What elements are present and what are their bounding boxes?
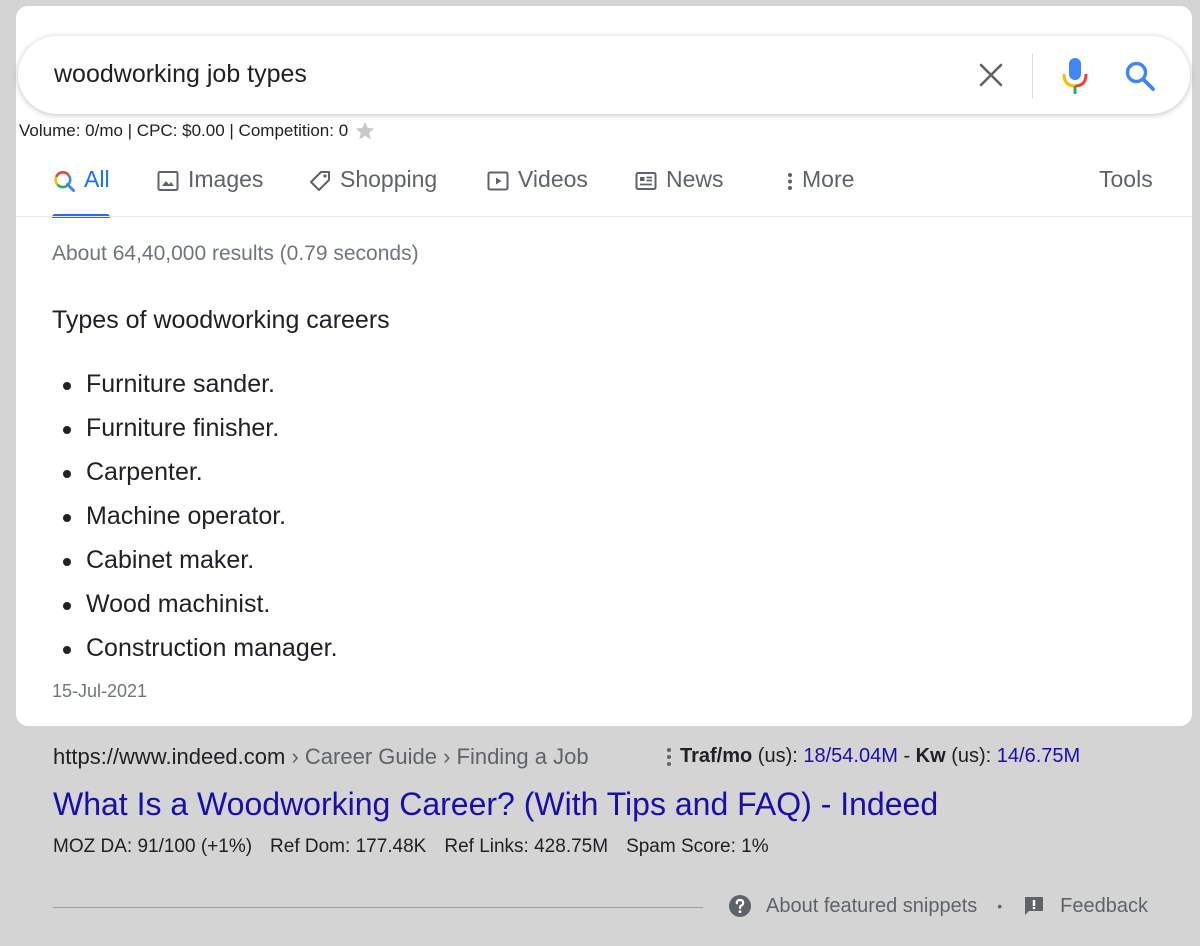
tab-label: News <box>666 166 724 192</box>
moz-spam-score: Spam Score: 1% <box>626 836 769 857</box>
voice-search-button[interactable] <box>1058 56 1092 96</box>
feedback-label: Feedback <box>1060 894 1149 917</box>
tab-shopping[interactable]: Shopping <box>308 164 437 220</box>
feedback-icon <box>1025 897 1044 915</box>
search-button[interactable] <box>1122 58 1158 94</box>
clear-search-button[interactable] <box>974 58 1008 92</box>
list-item: Machine operator. <box>52 496 338 540</box>
result-url-domain: https://www.indeed.com <box>53 744 286 769</box>
image-icon <box>156 169 180 193</box>
search-icon <box>1125 61 1155 91</box>
tab-label: More <box>802 166 855 192</box>
traffic-separator: - <box>897 745 916 767</box>
footer-divider <box>53 907 703 908</box>
tab-label: All <box>84 166 110 192</box>
kebab-icon <box>784 169 796 193</box>
list-item: Wood machinist. <box>52 584 338 628</box>
tab-label: Tools <box>1099 166 1153 192</box>
keywords-value: 14/6.75M <box>996 745 1081 767</box>
keywords-label: Kw <box>915 745 946 767</box>
search-box[interactable]: woodworking job types <box>18 36 1190 114</box>
tab-images[interactable]: Images <box>156 164 263 220</box>
tools-button[interactable]: Tools <box>1099 164 1153 220</box>
microphone-icon <box>1062 58 1088 94</box>
snippet-heading: Types of woodworking careers <box>52 306 390 334</box>
play-icon <box>486 169 510 193</box>
list-item: Carpenter. <box>52 452 338 496</box>
list-item: Construction manager. <box>52 628 338 672</box>
traffic-stats: Traf/mo (us): 18/54.04M - Kw (us): 14/6.… <box>664 745 1080 768</box>
keyword-stats-bar: Volume: 0/mo | CPC: $0.00 | Competition:… <box>19 120 376 142</box>
moz-metrics: MOZ DA: 91/100 (+1%) Ref Dom: 177.48K Re… <box>53 836 769 858</box>
tab-more[interactable]: More <box>784 164 854 220</box>
tab-label: Videos <box>518 166 588 192</box>
traffic-region: (us): <box>752 745 804 767</box>
feedback-link[interactable]: Feedback <box>1022 894 1148 918</box>
list-item: Furniture finisher. <box>52 408 338 452</box>
tab-label: Images <box>188 166 264 192</box>
tab-news[interactable]: News <box>634 164 724 220</box>
result-url[interactable]: https://www.indeed.com › Career Guide › … <box>53 744 589 770</box>
result-url-breadcrumbs: › Career Guide › Finding a Job <box>285 744 589 769</box>
search-tabs: All Images Shopping Videos News More Too… <box>52 164 1156 220</box>
search-results-card: woodworking job types Volume: 0/mo | CPC… <box>16 6 1192 726</box>
moz-ref-links: Ref Links: 428.75M <box>444 836 609 857</box>
moz-ref-dom: Ref Dom: 177.48K <box>270 836 427 857</box>
tag-icon <box>308 169 332 193</box>
result-title-link[interactable]: What Is a Woodworking Career? (With Tips… <box>53 786 938 823</box>
results-count: About 64,40,000 results (0.79 seconds) <box>52 242 419 265</box>
tab-all[interactable]: All <box>52 164 110 220</box>
about-featured-snippets-link[interactable]: About featured snippets <box>728 894 977 918</box>
keywords-region: (us): <box>945 745 997 767</box>
snippet-list: Furniture sander. Furniture finisher. Ca… <box>52 364 338 672</box>
tab-videos[interactable]: Videos <box>486 164 588 220</box>
search-box-divider <box>1032 54 1033 98</box>
newspaper-icon <box>634 169 658 193</box>
moz-da: MOZ DA: 91/100 (+1%) <box>53 836 253 857</box>
tab-label: Shopping <box>340 166 438 192</box>
snippet-date: 15-Jul-2021 <box>52 681 148 701</box>
list-item: Cabinet maker. <box>52 540 338 584</box>
list-item: Furniture sander. <box>52 364 338 408</box>
footer-separator: • <box>997 898 1003 914</box>
keyword-stats-text: Volume: 0/mo | CPC: $0.00 | Competition:… <box>19 121 349 140</box>
result-menu-icon[interactable] <box>664 747 674 766</box>
star-icon[interactable] <box>354 120 376 142</box>
traffic-value: 18/54.04M <box>803 745 898 767</box>
help-icon <box>729 895 751 917</box>
close-icon <box>979 63 1003 87</box>
tabs-divider <box>16 216 1192 217</box>
traffic-label: Traf/mo <box>680 745 753 767</box>
snippet-footer: About featured snippets • Feedback <box>728 894 1148 918</box>
google-search-icon <box>52 169 76 193</box>
search-input[interactable]: woodworking job types <box>54 60 307 89</box>
about-featured-snippets-label: About featured snippets <box>766 894 978 917</box>
